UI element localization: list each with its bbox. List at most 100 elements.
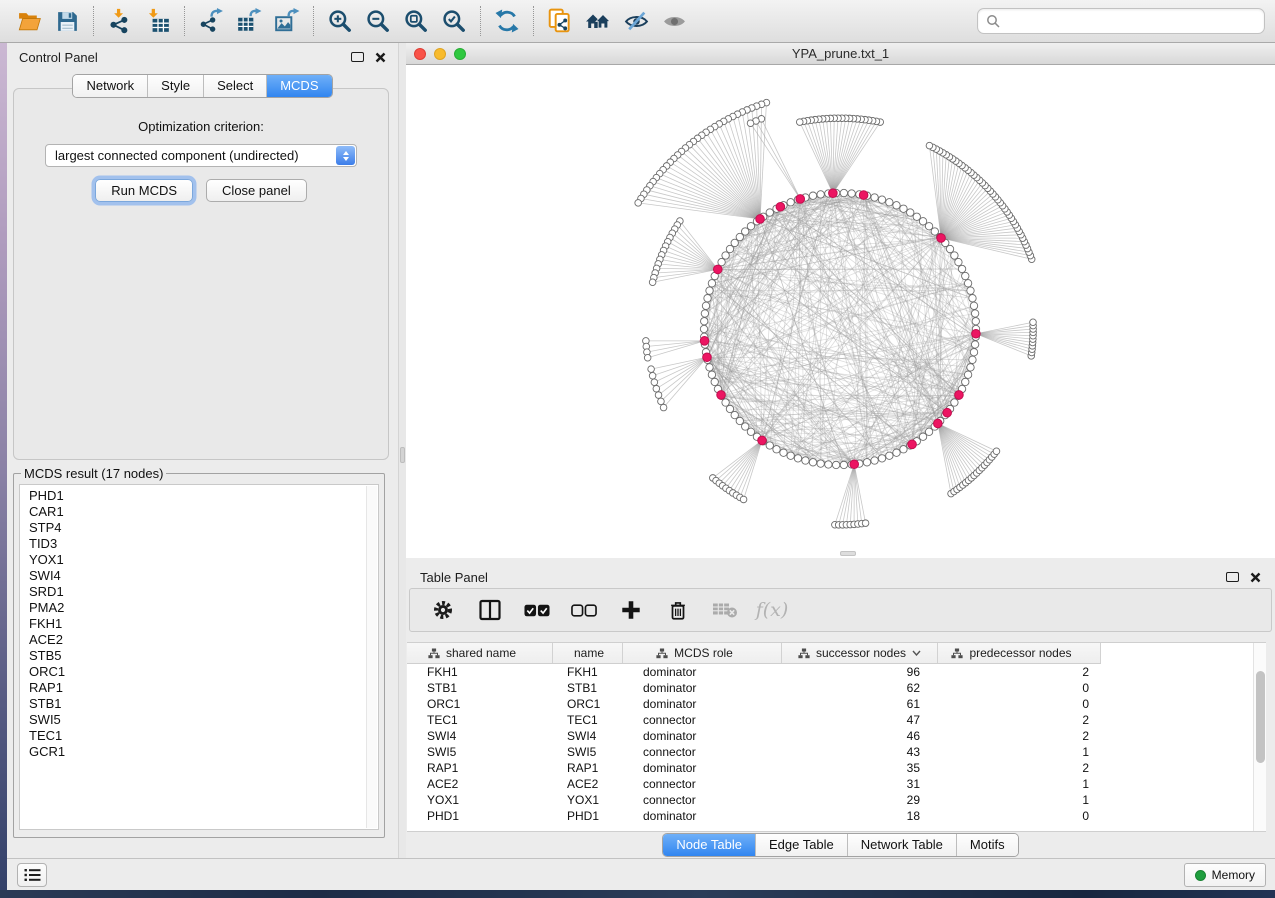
show-all-button[interactable] [655, 3, 693, 39]
mcds-result-item[interactable]: STP4 [29, 520, 362, 536]
import-table-button[interactable] [139, 3, 177, 39]
table-row[interactable]: PHD1 PHD1 dominator 18 0 [407, 808, 1266, 824]
save-session-button[interactable] [48, 3, 86, 39]
vertical-splitter[interactable] [399, 43, 406, 858]
mcds-result-item[interactable]: PMA2 [29, 600, 362, 616]
import-network-button[interactable] [101, 3, 139, 39]
hide-selected-button[interactable] [617, 3, 655, 39]
close-panel-icon[interactable] [1250, 572, 1261, 583]
table-row[interactable]: STB1 STB1 dominator 62 0 [407, 680, 1266, 696]
control-panel-tab[interactable]: Style [147, 75, 203, 97]
new-network-from-selection-button[interactable] [541, 3, 579, 39]
cell-mcds-role: dominator [623, 761, 782, 775]
table-row[interactable]: FKH1 FKH1 dominator 96 2 [407, 664, 1266, 680]
task-history-button[interactable] [17, 863, 47, 887]
mcds-result-item[interactable]: PHD1 [29, 488, 362, 504]
network-canvas[interactable] [406, 65, 1275, 557]
export-table-button[interactable] [230, 3, 268, 39]
export-image-button[interactable] [268, 3, 306, 39]
create-function-button[interactable]: f(x) [759, 597, 785, 623]
select-all-button[interactable] [524, 597, 550, 623]
control-panel-tab[interactable]: MCDS [266, 75, 331, 97]
mcds-result-item[interactable]: SRD1 [29, 584, 362, 600]
table-row[interactable]: RAP1 RAP1 dominator 35 2 [407, 760, 1266, 776]
cell-predecessor-nodes: 2 [938, 729, 1101, 743]
column-header[interactable]: MCDS role [623, 643, 782, 663]
column-header[interactable]: predecessor nodes [938, 643, 1101, 663]
desktop-wallpaper-strip [0, 890, 1275, 898]
cell-shared-name: FKH1 [407, 665, 553, 679]
mcds-result-list: PHD1 CAR1 STP4 TID3 YOX1 SWI4 SRD1 PMA2 … [19, 484, 379, 830]
table-row[interactable]: ORC1 ORC1 dominator 61 0 [407, 696, 1266, 712]
table-panel-tab[interactable]: Network Table [847, 834, 956, 856]
close-panel-icon[interactable] [375, 52, 386, 63]
zoom-fit-button[interactable] [397, 3, 435, 39]
table-row[interactable]: TEC1 TEC1 connector 47 2 [407, 712, 1266, 728]
list-scrollbar[interactable] [366, 486, 377, 828]
mcds-result-item[interactable]: ACE2 [29, 632, 362, 648]
mcds-result-item[interactable]: CAR1 [29, 504, 362, 520]
control-panel-tab[interactable]: Network [73, 75, 147, 97]
float-panel-icon[interactable] [1226, 572, 1239, 582]
mcds-result-item[interactable]: YOX1 [29, 552, 362, 568]
column-header[interactable]: name [553, 643, 623, 663]
splitter-handle[interactable] [400, 447, 405, 463]
table-panel-tab[interactable]: Node Table [663, 834, 755, 856]
table-row[interactable]: SWI5 SWI5 connector 43 1 [407, 744, 1266, 760]
search-field[interactable] [977, 8, 1265, 34]
apply-layout-button[interactable] [488, 3, 526, 39]
cell-predecessor-nodes: 2 [938, 761, 1101, 775]
mcds-result-item[interactable]: ORC1 [29, 664, 362, 680]
unselect-all-button[interactable] [571, 597, 597, 623]
toolbar-separator [480, 6, 481, 36]
delete-column-button[interactable] [665, 597, 691, 623]
table-scrollbar[interactable] [1253, 643, 1266, 831]
mcds-result-item[interactable]: GCR1 [29, 744, 362, 760]
first-neighbors-button[interactable] [579, 3, 617, 39]
scrollbar-thumb[interactable] [1256, 671, 1265, 763]
delete-table-button[interactable] [712, 597, 738, 623]
close-panel-button[interactable]: Close panel [206, 179, 307, 202]
column-header[interactable]: shared name [407, 643, 553, 663]
mcds-result-item[interactable]: SWI5 [29, 712, 362, 728]
mcds-result-item[interactable]: TEC1 [29, 728, 362, 744]
eye-icon [661, 9, 688, 34]
float-panel-icon[interactable] [351, 52, 364, 62]
export-network-button[interactable] [192, 3, 230, 39]
table-panel-tab[interactable]: Edge Table [755, 834, 847, 856]
memory-button[interactable]: Memory [1184, 863, 1266, 887]
mcds-result-item[interactable]: STB1 [29, 696, 362, 712]
zoom-out-icon [365, 8, 391, 34]
mcds-result-item[interactable]: FKH1 [29, 616, 362, 632]
mcds-result-item[interactable]: TID3 [29, 536, 362, 552]
application-window: Control Panel Network Style Select MCDS [0, 0, 1275, 898]
control-panel-tabs: Network Style Select MCDS [72, 74, 332, 98]
zoom-in-button[interactable] [321, 3, 359, 39]
cell-name: SWI4 [553, 729, 623, 743]
table-row[interactable]: YOX1 YOX1 connector 29 1 [407, 792, 1266, 808]
mcds-result-item[interactable]: RAP1 [29, 680, 362, 696]
optimization-criterion-label: Optimization criterion: [14, 119, 388, 134]
zoom-out-button[interactable] [359, 3, 397, 39]
control-panel-tab[interactable]: Select [203, 75, 266, 97]
table-row[interactable]: ACE2 ACE2 connector 31 1 [407, 776, 1266, 792]
zoom-selected-button[interactable] [435, 3, 473, 39]
column-header[interactable]: successor nodes [782, 643, 938, 663]
cell-shared-name: RAP1 [407, 761, 553, 775]
column-label: successor nodes [816, 646, 906, 660]
settings-gear-button[interactable] [430, 597, 456, 623]
open-session-button[interactable] [10, 3, 48, 39]
splitter-handle[interactable] [840, 551, 856, 556]
mcds-result-item[interactable]: SWI4 [29, 568, 362, 584]
add-column-button[interactable] [618, 597, 644, 623]
search-input[interactable] [1005, 14, 1256, 29]
sort-desc-icon [912, 650, 921, 656]
mcds-result-item[interactable]: STB5 [29, 648, 362, 664]
import-table-icon [145, 8, 171, 34]
optimization-criterion-select[interactable]: largest connected component (undirected) [45, 144, 357, 167]
table-row[interactable]: SWI4 SWI4 dominator 46 2 [407, 728, 1266, 744]
table-panel-titlebar: Table Panel [406, 558, 1275, 588]
toggle-panel-button[interactable] [477, 597, 503, 623]
run-mcds-button[interactable]: Run MCDS [95, 179, 193, 202]
table-panel-tab[interactable]: Motifs [956, 834, 1018, 856]
